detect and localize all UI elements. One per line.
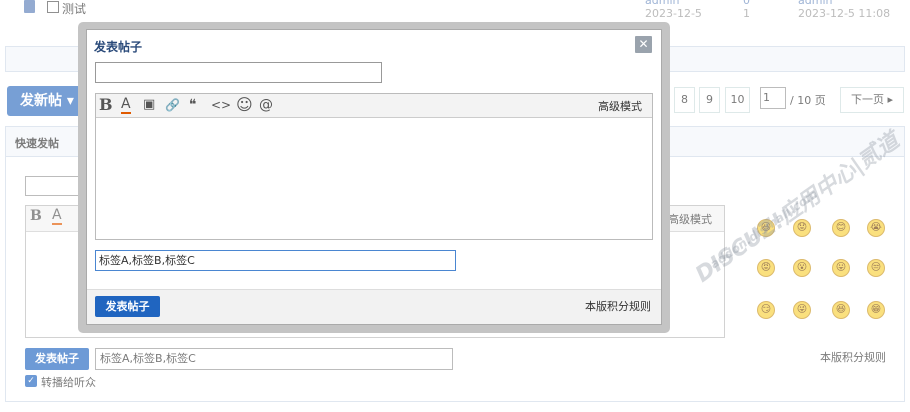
dialog-subject-input[interactable]: [95, 62, 382, 83]
dialog-post-button[interactable]: 发表帖子: [95, 296, 160, 317]
dialog-advanced-mode[interactable]: 高级模式: [598, 98, 642, 114]
link-icon[interactable]: 🔗: [165, 96, 180, 114]
smiley-icon[interactable]: ☺: [236, 96, 253, 114]
code-icon[interactable]: <>: [211, 96, 231, 114]
font-color-icon[interactable]: A: [121, 96, 131, 114]
mention-icon[interactable]: @: [259, 96, 273, 114]
dialog-title: 发表帖子: [94, 40, 143, 54]
dialog-tags-input[interactable]: 标签A,标签B,标签C: [95, 250, 456, 271]
close-icon[interactable]: ✕: [635, 36, 652, 53]
dialog-rules-link[interactable]: 本版积分规则: [585, 298, 651, 314]
dialog-footer: [87, 289, 661, 324]
image-icon[interactable]: ▣: [143, 96, 155, 114]
quote-icon[interactable]: ❝: [189, 96, 197, 114]
bold-icon[interactable]: B: [99, 96, 113, 114]
